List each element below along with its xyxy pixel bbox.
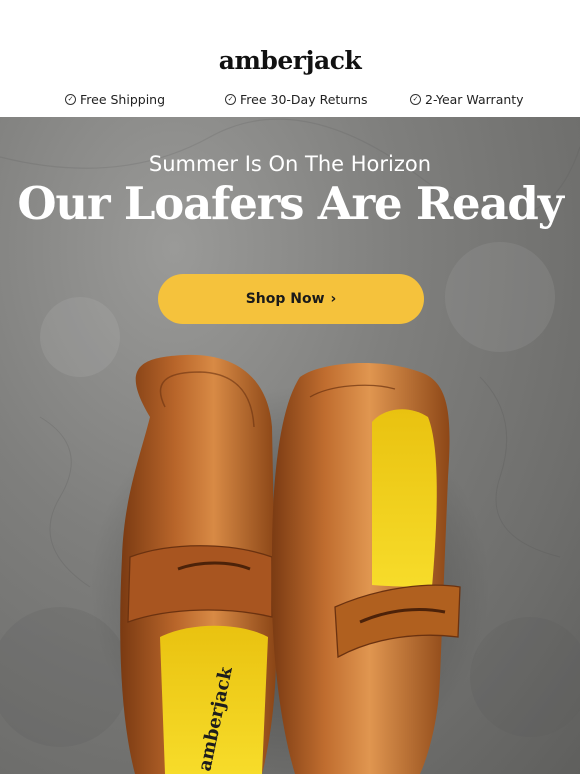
left-loafer: amberjack bbox=[120, 354, 277, 774]
email-header: amberjack ✓ Free Shipping ✓ Free 30-Day … bbox=[0, 0, 580, 117]
perk-label: Free 30-Day Returns bbox=[240, 92, 368, 107]
perk-label: Free Shipping bbox=[80, 92, 166, 107]
perk-free-returns: ✓ Free 30-Day Returns bbox=[225, 92, 368, 107]
shop-now-button[interactable]: Shop Now › bbox=[158, 274, 424, 324]
perks-bar: ✓ Free Shipping ✓ Free 30-Day Returns ✓ … bbox=[0, 92, 580, 112]
shop-now-label: Shop Now bbox=[245, 291, 325, 307]
perk-free-shipping: ✓ Free Shipping bbox=[65, 92, 165, 107]
hero-headline: Our Loafers Are Ready bbox=[17, 177, 564, 230]
hero-banner[interactable]: amberjack Summer Is On The Horizon Our L… bbox=[0, 117, 580, 774]
chevron-right-icon: › bbox=[330, 291, 337, 307]
perk-warranty: ✓ 2-Year Warranty bbox=[410, 92, 524, 107]
right-loafer bbox=[271, 362, 461, 774]
check-circle-icon: ✓ bbox=[65, 94, 76, 105]
hero-kicker: Summer Is On The Horizon bbox=[148, 152, 432, 176]
check-circle-icon: ✓ bbox=[410, 94, 421, 105]
perk-label: 2-Year Warranty bbox=[425, 92, 524, 107]
check-circle-icon: ✓ bbox=[225, 94, 236, 105]
brand-logo[interactable]: amberjack bbox=[0, 46, 580, 75]
